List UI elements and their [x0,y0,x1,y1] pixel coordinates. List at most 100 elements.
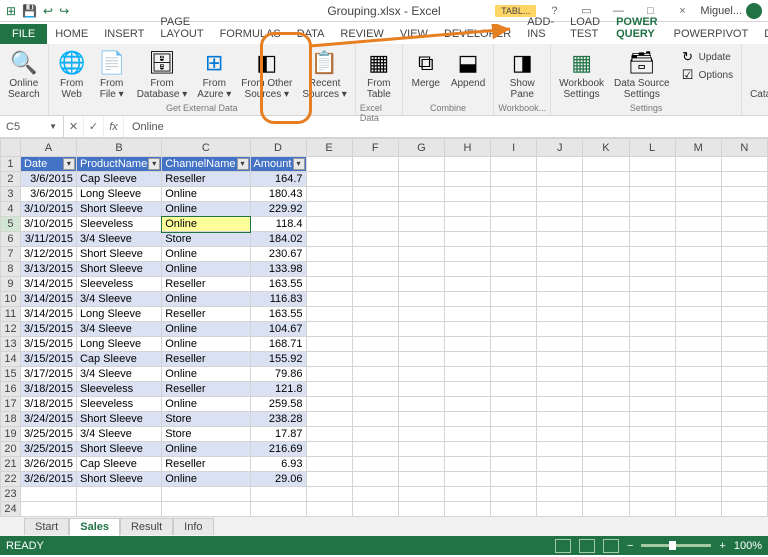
cell-I23[interactable] [491,487,537,502]
col-header-C[interactable]: C [162,139,250,157]
cell-E10[interactable] [306,292,352,307]
cell-M14[interactable] [675,352,721,367]
cancel-formula-button[interactable]: ✕ [64,116,84,137]
cell-D4[interactable]: 229.92 [250,202,306,217]
filter-date-icon[interactable]: ▾ [63,158,75,170]
cell-B10[interactable]: 3/4 Sleeve [76,292,161,307]
header-date[interactable]: Date▾ [20,157,76,172]
cell-N21[interactable] [721,457,767,472]
cell-N23[interactable] [721,487,767,502]
cell-D8[interactable]: 133.98 [250,262,306,277]
cell-K8[interactable] [583,262,629,277]
cell-C6[interactable]: Store [162,232,250,247]
sheet-info[interactable]: Info [173,518,213,535]
cell-D19[interactable]: 17.87 [250,427,306,442]
cell-I20[interactable] [491,442,537,457]
cell-J12[interactable] [537,322,583,337]
cell-L24[interactable] [629,502,675,517]
close-button[interactable]: × [668,2,696,20]
cell-E22[interactable] [306,472,352,487]
cell-C10[interactable]: Online [162,292,250,307]
cell-I22[interactable] [491,472,537,487]
cell-K14[interactable] [583,352,629,367]
account-area[interactable]: Miguel... [700,3,762,19]
cell-F18[interactable] [352,412,398,427]
cell-A10[interactable]: 3/14/2015 [20,292,76,307]
cell-F13[interactable] [352,337,398,352]
cell-M20[interactable] [675,442,721,457]
cell-C13[interactable]: Online [162,337,250,352]
cell-J19[interactable] [537,427,583,442]
cell-L18[interactable] [629,412,675,427]
cell-C3[interactable]: Online [162,187,250,202]
cell-F22[interactable] [352,472,398,487]
cell-E16[interactable] [306,382,352,397]
col-header-B[interactable]: B [76,139,161,157]
cell-E21[interactable] [306,457,352,472]
cell-L13[interactable] [629,337,675,352]
cell-N4[interactable] [721,202,767,217]
cell-L6[interactable] [629,232,675,247]
row-header-5[interactable]: 5 [1,217,21,232]
row-header-17[interactable]: 17 [1,397,21,412]
cell-J17[interactable] [537,397,583,412]
header-channel[interactable]: ChannelName▾ [162,157,250,172]
cell-D6[interactable]: 184.02 [250,232,306,247]
name-box[interactable]: C5▼ [0,116,64,137]
cell-G21[interactable] [398,457,444,472]
from-azure-button[interactable]: ⊞From Azure ▾ [193,46,235,102]
col-header-A[interactable]: A [20,139,76,157]
tab-loadtest[interactable]: LOAD TEST [562,12,608,44]
cell-L20[interactable] [629,442,675,457]
cell-H7[interactable] [444,247,490,262]
col-header-I[interactable]: I [491,139,537,157]
sheet-result[interactable]: Result [120,518,173,535]
cell-M8[interactable] [675,262,721,277]
cell-D23[interactable] [250,487,306,502]
sheet-sales[interactable]: Sales [69,518,120,536]
row-header-15[interactable]: 15 [1,367,21,382]
cell-I17[interactable] [491,397,537,412]
tab-pagelayout[interactable]: PAGE LAYOUT [152,12,211,44]
row-header-2[interactable]: 2 [1,172,21,187]
cell-C11[interactable]: Reseller [162,307,250,322]
cell-G4[interactable] [398,202,444,217]
cell-J9[interactable] [537,277,583,292]
cell-B17[interactable]: Sleeveless [76,397,161,412]
cell-F23[interactable] [352,487,398,502]
cell-K20[interactable] [583,442,629,457]
cell-E24[interactable] [306,502,352,517]
online-search-button[interactable]: 🔍Online Search [4,46,44,102]
cell-L8[interactable] [629,262,675,277]
cell-E14[interactable] [306,352,352,367]
row-header-11[interactable]: 11 [1,307,21,322]
cell-B11[interactable]: Long Sleeve [76,307,161,322]
row-header-24[interactable]: 24 [1,502,21,517]
cell-K10[interactable] [583,292,629,307]
cell-E3[interactable] [306,187,352,202]
cell-D12[interactable]: 104.67 [250,322,306,337]
cell-M6[interactable] [675,232,721,247]
cell-I9[interactable] [491,277,537,292]
cell-K9[interactable] [583,277,629,292]
cell-J16[interactable] [537,382,583,397]
cell-D21[interactable]: 6.93 [250,457,306,472]
cell-K13[interactable] [583,337,629,352]
cell-I12[interactable] [491,322,537,337]
cell-J20[interactable] [537,442,583,457]
workbook-settings-button[interactable]: ▦Workbook Settings [555,46,608,102]
cell-A8[interactable]: 3/13/2015 [20,262,76,277]
cell-H3[interactable] [444,187,490,202]
cell-G10[interactable] [398,292,444,307]
cell-M13[interactable] [675,337,721,352]
cell-H11[interactable] [444,307,490,322]
cell-H23[interactable] [444,487,490,502]
tab-review[interactable]: REVIEW [332,24,391,44]
cell-J21[interactable] [537,457,583,472]
tab-addins[interactable]: ADD-INS [519,12,562,44]
view-pagebreak-button[interactable] [603,539,619,553]
cell-A16[interactable]: 3/18/2015 [20,382,76,397]
zoom-level[interactable]: 100% [734,540,762,552]
filter-channel-icon[interactable]: ▾ [237,158,249,170]
cell-N11[interactable] [721,307,767,322]
